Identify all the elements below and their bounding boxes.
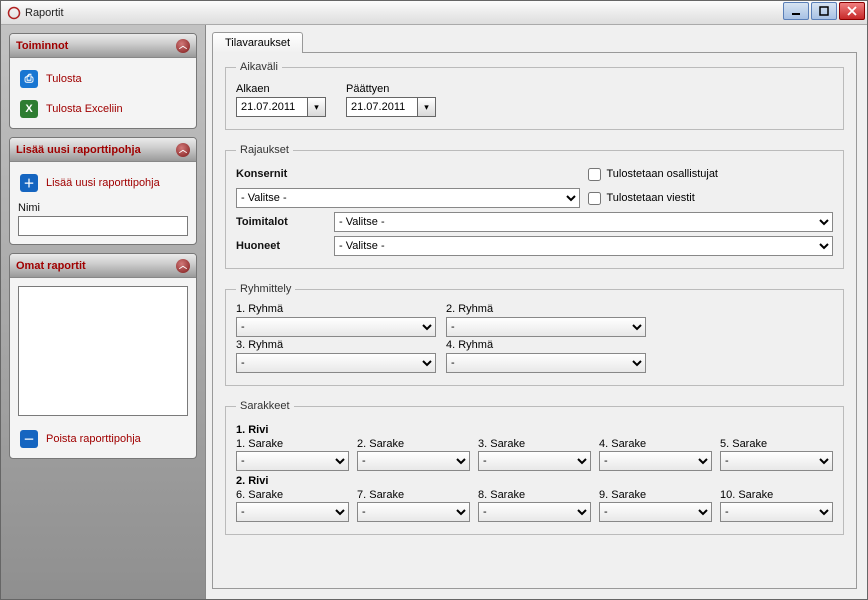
legend-ryhmittely: Ryhmittely [236,283,295,295]
tabpage-tilavaraukset: Aikaväli Alkaen ▾ Päättyen ▾ [212,52,857,589]
chk-viestit-label: Tulostetaan viestit [607,192,695,204]
sarake2-select[interactable]: - [357,451,470,471]
chk-osallistujat[interactable]: Tulostetaan osallistujat [588,164,834,184]
ryhma1-select[interactable]: - [236,317,436,337]
sarake9-select[interactable]: - [599,502,712,522]
chk-osallistujat-label: Tulostetaan osallistujat [607,168,719,180]
sarake6-select[interactable]: - [236,502,349,522]
toimitalot-label: Toimitalot [236,216,326,228]
sarake8-select[interactable]: - [478,502,591,522]
ryhma2-select[interactable]: - [446,317,646,337]
alkaen-input[interactable] [236,97,308,117]
ryhma1-label: 1. Ryhmä [236,303,436,315]
collapse-icon[interactable]: ︿ [176,143,190,157]
sarake5-label: 5. Sarake [720,438,833,450]
link-label: Lisää uusi raporttipohja [46,177,160,189]
collapse-icon[interactable]: ︿ [176,39,190,53]
nimi-label: Nimi [18,202,188,214]
tab-label: Tilavaraukset [225,37,290,49]
maximize-button[interactable] [811,2,837,20]
chk-osallistujat-input[interactable] [588,168,601,181]
alkaen-label: Alkaen [236,83,326,95]
link-poista-raporttipohja[interactable]: － Poista raporttipohja [18,426,188,450]
ryhma4-label: 4. Ryhmä [446,339,646,351]
excel-icon: X [20,100,38,118]
sarake1-label: 1. Sarake [236,438,349,450]
collapse-icon[interactable]: ︿ [176,259,190,273]
nimi-input[interactable] [18,216,188,236]
ryhma3-select[interactable]: - [236,353,436,373]
panel-toiminnot: Toiminnot ︿ ⎙ Tulosta X Tulosta Exceliin [9,33,197,129]
sarake7-label: 7. Sarake [357,489,470,501]
panel-title: Lisää uusi raporttipohja [16,144,141,156]
sarake3-label: 3. Sarake [478,438,591,450]
fieldset-rajaukset: Rajaukset Konsernit Tulostetaan osallist… [225,144,844,269]
tabstrip: Tilavaraukset [212,31,857,52]
window-title: Raportit [25,7,64,19]
close-button[interactable] [839,2,865,20]
sarake2-label: 2. Sarake [357,438,470,450]
panel-title: Toiminnot [16,40,68,52]
sarake10-select[interactable]: - [720,502,833,522]
ryhma2-label: 2. Ryhmä [446,303,646,315]
link-tulosta-excel[interactable]: X Tulosta Exceliin [18,96,188,120]
content-area: Tilavaraukset Aikaväli Alkaen ▾ Päättye [206,25,867,599]
legend-sarakkeet: Sarakkeet [236,400,294,412]
sarake6-label: 6. Sarake [236,489,349,501]
sarake5-select[interactable]: - [720,451,833,471]
panel-header-toiminnot[interactable]: Toiminnot ︿ [10,34,196,58]
link-lisaa-raporttipohja[interactable]: ＋ Lisää uusi raporttipohja [18,170,188,200]
titlebar: Raportit [1,1,867,25]
toimitalot-select[interactable]: - Valitse - [334,212,833,232]
konsernit-label: Konsernit [236,168,326,180]
huoneet-select[interactable]: - Valitse - [334,236,833,256]
link-label: Poista raporttipohja [46,433,141,445]
sarake3-select[interactable]: - [478,451,591,471]
fieldset-sarakkeet: Sarakkeet 1. Rivi 1. Sarake- 2. Sarake- … [225,400,844,535]
ryhma3-label: 3. Ryhmä [236,339,436,351]
window-controls [783,2,865,20]
sarake10-label: 10. Sarake [720,489,833,501]
sidebar: Toiminnot ︿ ⎙ Tulosta X Tulosta Exceliin… [1,25,206,599]
paattyy-input[interactable] [346,97,418,117]
link-label: Tulosta Exceliin [46,103,123,115]
panel-header-omat[interactable]: Omat raportit ︿ [10,254,196,278]
tab-tilavaraukset[interactable]: Tilavaraukset [212,32,303,53]
app-icon [7,6,21,20]
sarake4-label: 4. Sarake [599,438,712,450]
sarake4-select[interactable]: - [599,451,712,471]
minus-icon: － [20,430,38,448]
panel-omat-raportit: Omat raportit ︿ － Poista raporttipohja [9,253,197,459]
sarake9-label: 9. Sarake [599,489,712,501]
rivi2-header: 2. Rivi [236,475,833,487]
rivi1-header: 1. Rivi [236,424,833,436]
panel-title: Omat raportit [16,260,86,272]
chk-viestit-input[interactable] [588,192,601,205]
plus-icon: ＋ [20,174,38,192]
sarake7-select[interactable]: - [357,502,470,522]
panel-header-lisaa[interactable]: Lisää uusi raporttipohja ︿ [10,138,196,162]
print-icon: ⎙ [20,70,38,88]
chevron-down-icon: ▾ [424,102,429,113]
panel-lisaa-raporttipohja: Lisää uusi raporttipohja ︿ ＋ Lisää uusi … [9,137,197,245]
fieldset-aikavali: Aikaväli Alkaen ▾ Päättyen ▾ [225,61,844,130]
chevron-down-icon: ▾ [314,102,319,113]
minimize-button[interactable] [783,2,809,20]
link-tulosta[interactable]: ⎙ Tulosta [18,66,188,96]
konsernit-select[interactable]: - Valitse - [236,188,580,208]
huoneet-label: Huoneet [236,240,326,252]
sarake1-select[interactable]: - [236,451,349,471]
omat-raportit-list[interactable] [18,286,188,416]
sarake8-label: 8. Sarake [478,489,591,501]
legend-aikavali: Aikaväli [236,61,282,73]
alkaen-calendar-button[interactable]: ▾ [308,97,326,117]
fieldset-ryhmittely: Ryhmittely 1. Ryhmä 2. Ryhmä - - 3. Ryhm… [225,283,844,386]
chk-viestit[interactable]: Tulostetaan viestit [588,188,834,208]
legend-rajaukset: Rajaukset [236,144,293,156]
paattyy-calendar-button[interactable]: ▾ [418,97,436,117]
link-label: Tulosta [46,73,82,85]
paattyy-label: Päättyen [346,83,436,95]
ryhma4-select[interactable]: - [446,353,646,373]
